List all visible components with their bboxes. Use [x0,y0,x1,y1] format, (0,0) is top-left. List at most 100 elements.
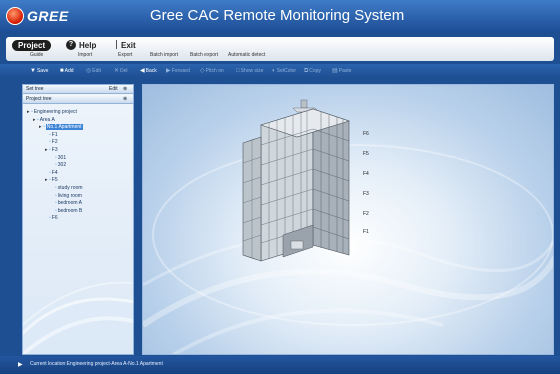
tree-item-label: F1 [51,131,58,138]
tree-item[interactable]: ▫301 [51,155,66,161]
tree-node-icon: ▫ [55,192,57,199]
tree-node-icon: ▫ [49,177,51,184]
tool-forward-label: Forward [171,68,190,74]
set-tree-header: Set tree Edit ⊗ [23,85,133,94]
pitch-icon: ◇ [200,68,205,74]
tool-save-button[interactable]: ▼Save [30,67,48,75]
decorative-swirl [23,281,133,354]
building-view[interactable]: F6 F5 F4 F3 F2 F1 [142,84,554,355]
tree-item-label: F4 [51,169,58,176]
tree-node-icon: ▫ [49,215,51,222]
app-title: Gree CAC Remote Monitoring System [150,7,405,24]
tree-item-label: Engineering project [33,109,77,115]
tool-add-button[interactable]: ■Add [60,67,74,75]
save-icon: ▼ [30,68,36,74]
tool-pitch-on-button[interactable]: ◇Pitch on [200,67,224,75]
tree-item[interactable]: ▫bedroom A [51,200,82,206]
tool-setcolor-button[interactable]: ◐SetColor [272,67,296,75]
menu-help-label: Help [79,41,97,50]
submenu-batch-import[interactable]: Batch import [150,52,178,59]
tree-node-icon: ▫ [43,124,45,131]
project-tree-collapse-icon[interactable]: ⊗ [123,96,127,102]
tool-edit-label: Edit [92,68,101,74]
tree-item[interactable]: ▫study room [51,185,83,191]
set-tree-label: Set tree [26,86,44,92]
tool-copy-button[interactable]: ⧉Copy [304,67,321,75]
tool-edit-button[interactable]: ◎Edit [86,67,101,75]
tool-copy-label: Copy [309,68,321,74]
tree-node-icon: ▫ [49,169,51,176]
tree-item-label: bedroom A [57,200,82,207]
menu-bar: Project ? Help Exit Guide Import Export B… [6,37,554,61]
tree-item[interactable]: ▫bedroom B [51,208,82,214]
tree-item[interactable]: ▫F6 [45,215,58,221]
collapse-icon[interactable]: ⊗ [123,86,127,92]
submenu-export[interactable]: Export [118,52,132,59]
floor-label-f2[interactable]: F2 [363,211,369,217]
tree-item-label: bedroom B [57,207,83,214]
tree-node-icon: ▫ [37,116,39,123]
submenu-guide[interactable]: Guide [30,52,43,59]
tree-item-label: No.1 Apartment [45,124,83,131]
floor-label-f4[interactable]: F4 [363,171,369,177]
tree-node-icon: ▫ [49,147,51,153]
menu-project[interactable]: Project [12,40,52,51]
tool-show-size-button[interactable]: □Show size [236,67,263,75]
menu-help[interactable]: ? Help [66,40,96,51]
tree-node-icon: ▫ [55,154,57,161]
tree-node-icon: ▫ [55,162,57,169]
tree-item-label: Area A [39,116,55,123]
tool-back-button[interactable]: ◀Back [140,67,157,75]
tool-del-label: Del [120,68,128,74]
edit-icon: ◎ [86,68,92,74]
back-icon: ◀ [140,68,145,74]
tree-item[interactable]: ▸▫Area A [33,117,55,123]
tool-paste-button[interactable]: ▤Paste [332,67,351,75]
tree-item[interactable]: ▫F4 [45,170,58,176]
tree-item[interactable]: ▸▫F5 [45,177,58,183]
floor-label-f5[interactable]: F5 [363,151,369,157]
edit-tree-button[interactable]: Edit [109,86,118,92]
tree-item-label: living room [57,192,82,199]
tree-item-label: F3 [51,147,58,153]
tool-setcolor-label: SetColor [276,68,297,74]
current-location-text: Current location:Engineering project-Are… [30,361,163,367]
tool-forward-button[interactable]: ▶Forward [166,67,190,75]
tree-item[interactable]: ▸▫Engineering project [27,109,77,115]
floor-label-f3[interactable]: F3 [363,191,369,197]
submenu-batch-export[interactable]: Batch export [190,52,218,59]
add-icon: ■ [60,68,64,74]
tree-node-icon: ▫ [55,185,57,191]
tree-item[interactable]: ▫living room [51,193,82,199]
project-tree-panel: Set tree Edit ⊗ Project tree ⊗ ▸▫Enginee… [22,84,134,355]
tree-item[interactable]: ▫F2 [45,139,58,145]
tree-item-label: F2 [51,139,58,146]
tree-item[interactable]: ▫F1 [45,132,58,138]
tool-pitch-on-label: Pitch on [205,68,224,74]
tree-node-icon: ▫ [49,139,51,146]
tool-show-size-label: Show size [240,68,264,74]
tree-item-label: 301 [57,154,67,161]
copy-icon: ⧉ [304,68,309,74]
floor-label-f1[interactable]: F1 [363,229,369,235]
submenu-import[interactable]: Import [78,52,92,59]
floor-label-f6[interactable]: F6 [363,131,369,137]
submenu-automatic-detect[interactable]: Automatic detect [228,52,265,59]
exit-separator [116,40,117,49]
tool-add-label: Add [64,68,74,74]
tool-del-button[interactable]: ✕Del [114,67,128,75]
tree-item[interactable]: ▸▫F3 [45,147,58,153]
tool-save-label: Save [36,68,49,74]
logo-ball-icon [6,7,24,25]
help-icon: ? [66,40,76,50]
tree-node-icon: ▫ [49,131,51,138]
menu-exit[interactable]: Exit [116,40,136,51]
tree-item-label: F6 [51,215,58,222]
menu-exit-label: Exit [121,41,136,50]
tree-item-label: 302 [57,162,67,169]
project-tree-label: Project tree [26,96,52,102]
title-bar: GREE Gree CAC Remote Monitoring System [0,0,560,32]
building-model[interactable] [143,85,554,355]
tree-item[interactable]: ▫302 [51,162,66,168]
tree-item[interactable]: ▸▫ No.1 Apartment [39,124,83,131]
